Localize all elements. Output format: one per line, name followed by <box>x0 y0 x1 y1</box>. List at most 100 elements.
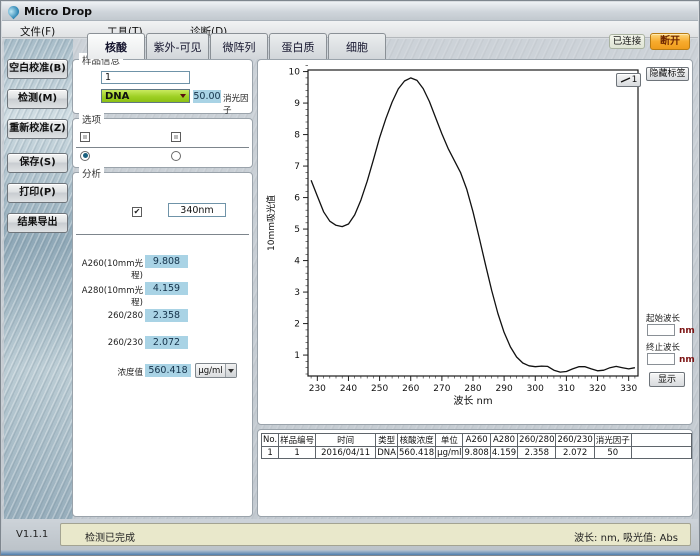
tab-microarray[interactable]: 微阵列 <box>210 33 268 59</box>
concentration-label: 浓度值 <box>73 366 143 378</box>
concentration-value: 560.418 <box>145 364 191 377</box>
a280-value: 4.159 <box>145 282 188 295</box>
print-button[interactable]: 打印(P) <box>7 183 68 203</box>
svg-text:3: 3 <box>294 288 300 298</box>
table-cell: 1 <box>279 447 316 459</box>
analysis-panel: 分析 ✔ A260(10mm光程) 9.808 A280(10mm光程) 4.1… <box>72 172 253 517</box>
sample-id-input[interactable] <box>101 71 190 84</box>
column-header: 样品编号 <box>279 434 316 447</box>
sample-type-value: DNA <box>102 91 180 102</box>
svg-text:330: 330 <box>620 384 637 394</box>
hide-labels-button[interactable]: 隐藏标签 <box>646 67 689 81</box>
sidebar: 空白校准(B) 检测(M) 重新校准(Z) 保存(S) 打印(P) 结果导出 <box>4 39 73 523</box>
svg-text:230: 230 <box>309 384 326 394</box>
ratio-260-280-value: 2.358 <box>145 309 188 322</box>
svg-text:7: 7 <box>294 162 300 172</box>
tab-uv-vis[interactable]: 紫外-可见 <box>146 33 209 59</box>
sample-type-select[interactable]: DNA <box>101 89 190 103</box>
table-cell: μg/ml <box>436 447 463 459</box>
recalibrate-button[interactable]: 重新校准(Z) <box>7 119 68 139</box>
analysis-title: 分析 <box>79 166 104 180</box>
tab-cell[interactable]: 细胞 <box>328 33 386 59</box>
start-wavelength-label: 起始波长 <box>646 312 680 324</box>
version-label: V1.1.1 <box>16 529 48 540</box>
table-cell: 9.808 <box>463 447 490 459</box>
ratio-260-280-label: 260/280 <box>73 311 143 321</box>
svg-text:波长 nm: 波长 nm <box>453 394 492 407</box>
svg-text:290: 290 <box>496 384 513 394</box>
options-panel: 选项 <box>72 118 253 168</box>
column-header: A280 <box>490 434 517 447</box>
table-cell: 560.418 <box>398 447 436 459</box>
table-cell <box>631 447 691 459</box>
svg-text:2: 2 <box>294 320 300 330</box>
svg-text:6: 6 <box>294 194 300 204</box>
export-results-button[interactable]: 结果导出 <box>7 213 68 233</box>
column-header: 消光因子 <box>594 434 631 447</box>
end-wavelength-unit: nm <box>679 355 695 365</box>
sample-info-panel: 样品信息 DNA 50.00 消光因子 <box>72 59 253 114</box>
tab-protein[interactable]: 蛋白质 <box>269 33 327 59</box>
svg-text:320: 320 <box>589 384 606 394</box>
table-cell: 50 <box>594 447 631 459</box>
a260-label: A260(10mm光程) <box>73 257 143 281</box>
option-radio-2[interactable] <box>171 151 181 161</box>
save-button[interactable]: 保存(S) <box>7 153 68 173</box>
svg-text:1: 1 <box>294 351 300 361</box>
status-message: 检测已完成 <box>85 529 135 544</box>
concentration-unit-select[interactable]: μg/ml <box>195 363 237 378</box>
start-wavelength-unit: nm <box>679 326 695 336</box>
tab-nucleic-acid[interactable]: 核酸 <box>87 33 145 59</box>
app-icon <box>6 3 22 19</box>
option-radio-1[interactable] <box>80 151 90 161</box>
a280-label: A280(10mm光程) <box>73 284 143 308</box>
blank-calibrate-button[interactable]: 空白校准(B) <box>7 59 68 79</box>
a260-value: 9.808 <box>145 255 188 268</box>
column-header: 时间 <box>316 434 376 447</box>
svg-text:8: 8 <box>294 131 300 141</box>
column-header <box>631 434 691 447</box>
spectrum-chart: 1234567891023024025026027028029030031032… <box>260 62 692 414</box>
option-checkbox-1[interactable] <box>80 132 90 142</box>
wavelength-340-input[interactable] <box>168 203 226 217</box>
ratio-260-230-label: 260/230 <box>73 338 143 348</box>
analysis-separator <box>76 234 249 235</box>
end-wavelength-label: 终止波长 <box>646 341 680 353</box>
column-header: 260/280 <box>518 434 556 447</box>
svg-text:9: 9 <box>294 99 300 109</box>
status-bar: V1.1.1 检测已完成 波长: nm, 吸光值: Abs <box>2 519 698 550</box>
show-range-button[interactable]: 显示 <box>649 372 685 387</box>
column-header: No. <box>262 434 279 447</box>
end-wavelength-input[interactable] <box>647 353 675 365</box>
wavelength-340-checkbox[interactable]: ✔ <box>132 207 142 217</box>
status-strip: 检测已完成 波长: nm, 吸光值: Abs <box>60 523 691 546</box>
measure-button[interactable]: 检测(M) <box>7 89 68 109</box>
menu-file[interactable]: 文件(F) <box>16 23 59 40</box>
chevron-down-icon <box>180 94 186 98</box>
status-readout: 波长: nm, 吸光值: Abs <box>574 529 678 544</box>
title-bar: Micro Drop <box>2 2 698 21</box>
connection-status-badge: 已连接 <box>609 34 645 49</box>
table-cell: 2016/04/11 <box>316 447 376 459</box>
svg-text:280: 280 <box>464 384 481 394</box>
table-cell: 1 <box>262 447 279 459</box>
table-header-row: No.样品编号时间类型核酸浓度单位A260A280260/280260/230消… <box>262 434 692 447</box>
disconnect-button[interactable]: 断开 <box>650 33 690 50</box>
svg-text:10mm吸光值: 10mm吸光值 <box>265 195 277 251</box>
svg-text:260: 260 <box>402 384 419 394</box>
legend-button[interactable]: 1 <box>616 73 641 87</box>
table-cell: 4.159 <box>490 447 517 459</box>
start-wavelength-input[interactable] <box>647 324 675 336</box>
options-separator <box>76 147 249 148</box>
svg-text:10: 10 <box>289 68 301 78</box>
options-title: 选项 <box>79 112 104 126</box>
table-row[interactable]: 112016/04/11DNA560.418μg/ml9.8084.1592.3… <box>262 447 692 459</box>
table-cell: 2.358 <box>518 447 556 459</box>
svg-text:5: 5 <box>294 225 300 235</box>
svg-text:270: 270 <box>433 384 450 394</box>
column-header: A260 <box>463 434 490 447</box>
svg-text:240: 240 <box>340 384 357 394</box>
window-bottom-edge <box>1 550 699 555</box>
option-checkbox-2[interactable] <box>171 132 181 142</box>
svg-text:4: 4 <box>294 257 300 267</box>
